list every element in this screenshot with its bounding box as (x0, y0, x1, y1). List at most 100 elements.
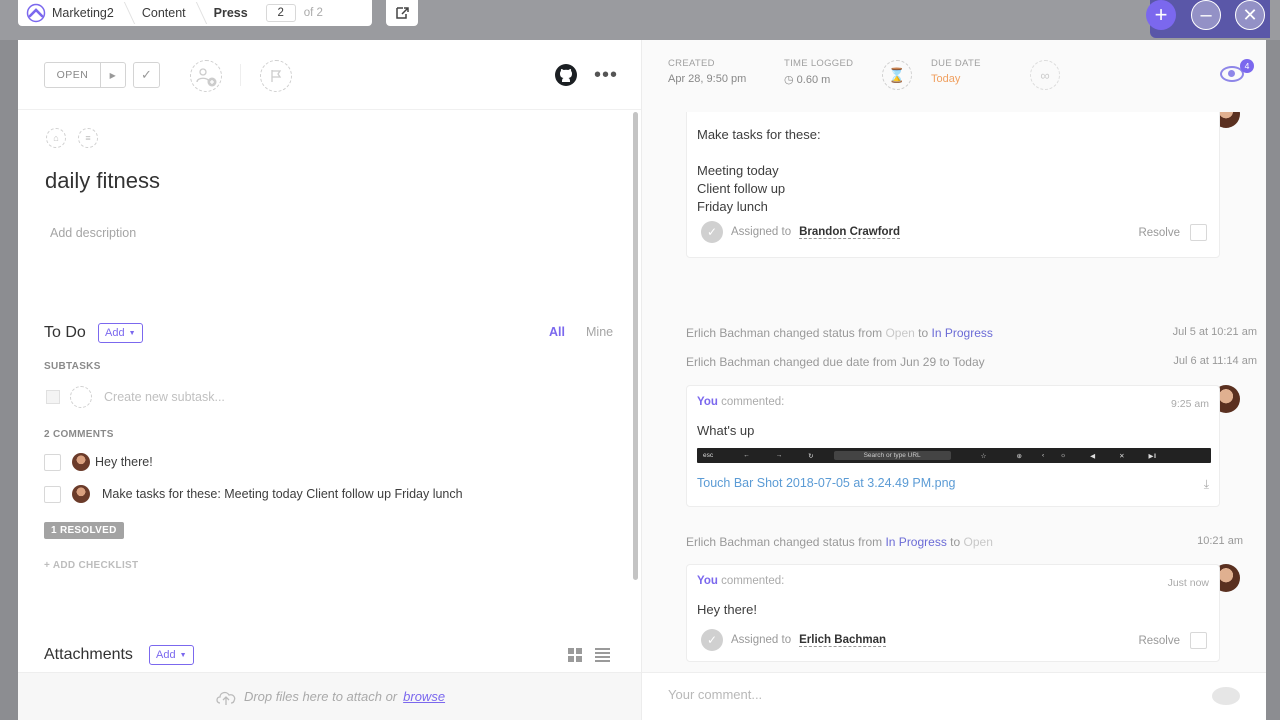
cloud-upload-icon (216, 691, 236, 705)
resolve-checkbox[interactable] (1190, 224, 1207, 241)
hourglass-icon[interactable]: ⌛ (882, 60, 912, 90)
reload-icon: ↻ (808, 452, 814, 460)
assignee-button[interactable] (190, 60, 222, 92)
toolbar-divider (240, 64, 241, 86)
tab-all[interactable]: All (549, 325, 565, 339)
tab-mine[interactable]: Mine (586, 325, 613, 339)
subtask-checkbox (46, 390, 60, 404)
brightness-icon: ☼ (1060, 452, 1067, 459)
todo-heading: To Do (44, 324, 86, 341)
export-icon (396, 7, 409, 19)
resolve-label: Resolve (1138, 634, 1180, 647)
assignee-name[interactable]: Erlich Bachman (799, 634, 887, 647)
status-to: Open (963, 535, 993, 549)
breadcrumb-item-space[interactable]: Marketing2 (52, 0, 132, 26)
new-subtask-input[interactable]: Create new subtask... (104, 390, 225, 404)
attachment-dropzone[interactable]: Drop files here to attach or browse (18, 672, 641, 720)
priority-button[interactable] (260, 60, 292, 92)
caret-down-icon: ▼ (179, 651, 187, 659)
activity-item: Erlich Bachman changed due date from Jun… (686, 355, 1257, 369)
scrollbar[interactable] (633, 112, 638, 580)
play-pause-icon: ▶‖ (1148, 452, 1157, 460)
todo-item-text[interactable]: Make tasks for these: Meeting today Clie… (102, 487, 463, 501)
activity-to-word: to (918, 326, 929, 340)
comment-verb: commented: (721, 396, 785, 408)
subtasks-label: SUBTASKS (44, 361, 101, 372)
time-logged-meta[interactable]: TIME LOGGED ◷ 0.60 m (784, 58, 853, 86)
browse-link[interactable]: browse (403, 689, 445, 704)
activity-action: changed status from (773, 535, 883, 549)
list-view-icon[interactable] (595, 648, 610, 662)
resolve-control[interactable]: Resolve (1138, 632, 1207, 649)
attachments-add-dropdown[interactable]: Add ▼ (149, 645, 194, 665)
plus-icon: + (1154, 2, 1168, 27)
comment-line: Client follow up (697, 181, 786, 196)
todo-item-text[interactable]: Hey there! (95, 455, 153, 469)
resolved-badge[interactable]: 1 RESOLVED (44, 522, 124, 539)
comment-bubble-icon[interactable] (1212, 687, 1240, 705)
due-date-meta[interactable]: DUE DATE Today (931, 58, 981, 85)
export-button[interactable] (386, 0, 418, 26)
attachment-file-link[interactable]: Touch Bar Shot 2018-07-05 at 3.24.49 PM.… (697, 476, 956, 490)
comment-composer (642, 672, 1266, 720)
activity-feed: Make tasks for these: Meeting today Clie… (642, 112, 1266, 672)
minimize-button[interactable]: – (1191, 0, 1221, 30)
download-icon[interactable]: ⤓ (1204, 477, 1209, 492)
attachments-heading: Attachments (44, 646, 133, 663)
activity-to-word: to (950, 535, 961, 549)
assigned-prefix: Assigned to (731, 226, 792, 238)
comment-line: Friday lunch (697, 199, 768, 214)
comments-label: 2 COMMENTS (44, 429, 114, 440)
add-checklist-link[interactable]: + ADD CHECKLIST (44, 560, 138, 571)
activity-panel: CREATED Apr 28, 9:50 pm TIME LOGGED ◷ 0.… (642, 40, 1266, 720)
activity-time: Jul 5 at 10:21 am (1172, 326, 1257, 338)
breadcrumb-item-list[interactable]: Press (204, 0, 248, 26)
star-icon: ☆ (980, 452, 987, 460)
comment-input[interactable] (668, 687, 1168, 702)
comment-author: You (697, 575, 718, 587)
breadcrumb-item-folder[interactable]: Content (132, 0, 204, 26)
custom-fields-icon[interactable]: ≡ (78, 128, 98, 148)
time-logged-label: TIME LOGGED (784, 58, 854, 69)
dropzone-text: Drop files here to attach or (243, 689, 398, 704)
grid-view-icon[interactable] (568, 648, 582, 662)
create-button[interactable]: + (1146, 0, 1176, 30)
status-next-icon[interactable]: ▶ (101, 71, 125, 80)
todo-checkbox[interactable] (44, 485, 61, 503)
comment-card: Make tasks for these: Meeting today Clie… (686, 112, 1220, 258)
created-value: Apr 28, 9:50 pm (668, 73, 747, 85)
comment-body: Hey there! (697, 602, 757, 617)
resolve-label: Resolve (1138, 226, 1180, 239)
comment-time: Just now (1167, 577, 1209, 589)
close-button[interactable]: ✕ (1235, 0, 1265, 30)
more-options-icon[interactable]: ••• (594, 64, 618, 87)
check-icon: ✓ (141, 67, 152, 82)
todo-add-dropdown[interactable]: Add ▼ (98, 323, 143, 343)
plus-circle-icon: ⊕ (1016, 452, 1022, 460)
list-item: Make tasks for these: Meeting today Clie… (44, 485, 463, 503)
status-button[interactable]: OPEN ▶ (44, 62, 126, 88)
status-from: Open (885, 326, 915, 340)
subtask-assignee-icon[interactable] (70, 386, 92, 408)
clickup-logo-icon (26, 3, 46, 23)
github-icon[interactable] (554, 63, 578, 87)
touchbar-screenshot-image[interactable]: esc ← → ↻ Search or type URL ☆ ⊕ ‹ ☼ ◀ ✕… (697, 448, 1211, 463)
due-date-value: Today (931, 73, 961, 85)
link-icon[interactable]: ∞ (1030, 60, 1060, 90)
tag-icon[interactable]: ⌂ (46, 128, 66, 148)
check-circle-icon: ✓ (701, 221, 723, 243)
task-title[interactable]: daily fitness (45, 168, 160, 194)
description-field[interactable]: Add description (50, 226, 136, 240)
resolve-checkbox[interactable] (1190, 632, 1207, 649)
todo-checkbox[interactable] (44, 453, 61, 471)
comment-verb: commented: (721, 575, 785, 587)
created-label: CREATED (668, 58, 715, 69)
complete-button[interactable]: ✓ (133, 62, 160, 88)
new-subtask-row: Create new subtask... (46, 386, 225, 408)
assignee-name[interactable]: Brandon Crawford (799, 226, 901, 239)
page-number-input[interactable]: 2 (265, 4, 296, 22)
activity-time: 10:21 am (1197, 535, 1243, 547)
resolve-control[interactable]: Resolve (1138, 224, 1207, 241)
status-to: In Progress (931, 326, 993, 340)
background-app-right (1266, 40, 1280, 720)
